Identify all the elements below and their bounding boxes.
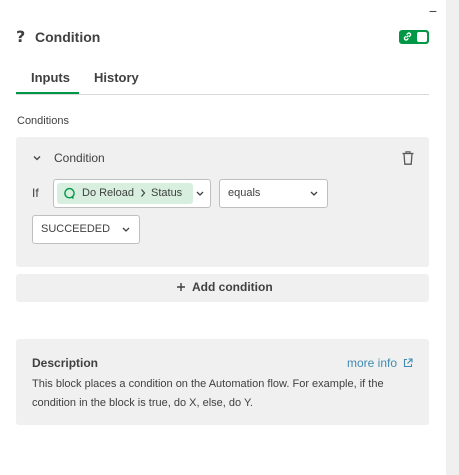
chevron-down-icon[interactable]: [32, 153, 42, 163]
more-info-link[interactable]: more info: [347, 356, 397, 370]
variable-chip[interactable]: Do Reload Status: [57, 183, 193, 204]
condition-variable-select[interactable]: Do Reload Status: [53, 179, 211, 208]
reload-icon: [64, 187, 75, 200]
chevron-down-icon: [196, 191, 204, 196]
condition-operator-select[interactable]: equals: [219, 179, 328, 208]
condition-group: Condition If Do Reload Status equals SUC…: [16, 137, 429, 267]
chevron-right-icon: [141, 189, 146, 197]
description-box: Description more info This block places …: [16, 339, 429, 425]
help-icon: ?: [16, 27, 26, 46]
minimize-button[interactable]: −: [427, 4, 439, 18]
link-icon: [403, 32, 412, 41]
add-condition-label: Add condition: [192, 280, 273, 294]
tab-history[interactable]: History: [94, 70, 139, 85]
condition-group-title: Condition: [54, 151, 105, 165]
variable-block-name: Do Reload: [82, 187, 134, 199]
condition-value-select[interactable]: SUCCEEDED: [32, 215, 140, 244]
conditions-section-label: Conditions: [17, 115, 69, 127]
external-link-icon[interactable]: [403, 358, 413, 368]
if-label: If: [32, 186, 39, 200]
toggle-knob: [417, 32, 427, 42]
chevron-down-icon: [310, 191, 318, 196]
description-title: Description: [32, 356, 99, 370]
block-config-panel: − ? Condition Inputs History Conditions …: [0, 0, 446, 475]
tab-inputs[interactable]: Inputs: [31, 70, 70, 85]
description-text: This block places a condition on the Aut…: [32, 378, 384, 409]
operator-value: equals: [228, 187, 261, 199]
chevron-down-icon: [122, 227, 130, 232]
variable-field-name: Status: [151, 187, 183, 199]
add-condition-button[interactable]: Add condition: [16, 274, 429, 302]
block-enable-toggle[interactable]: [399, 30, 429, 44]
trash-icon[interactable]: [401, 150, 415, 166]
plus-icon: [177, 283, 185, 291]
tab-bar: Inputs History: [16, 60, 429, 95]
condition-value: SUCCEEDED: [41, 223, 111, 235]
active-tab-indicator: [16, 92, 79, 94]
block-title: Condition: [35, 29, 101, 45]
